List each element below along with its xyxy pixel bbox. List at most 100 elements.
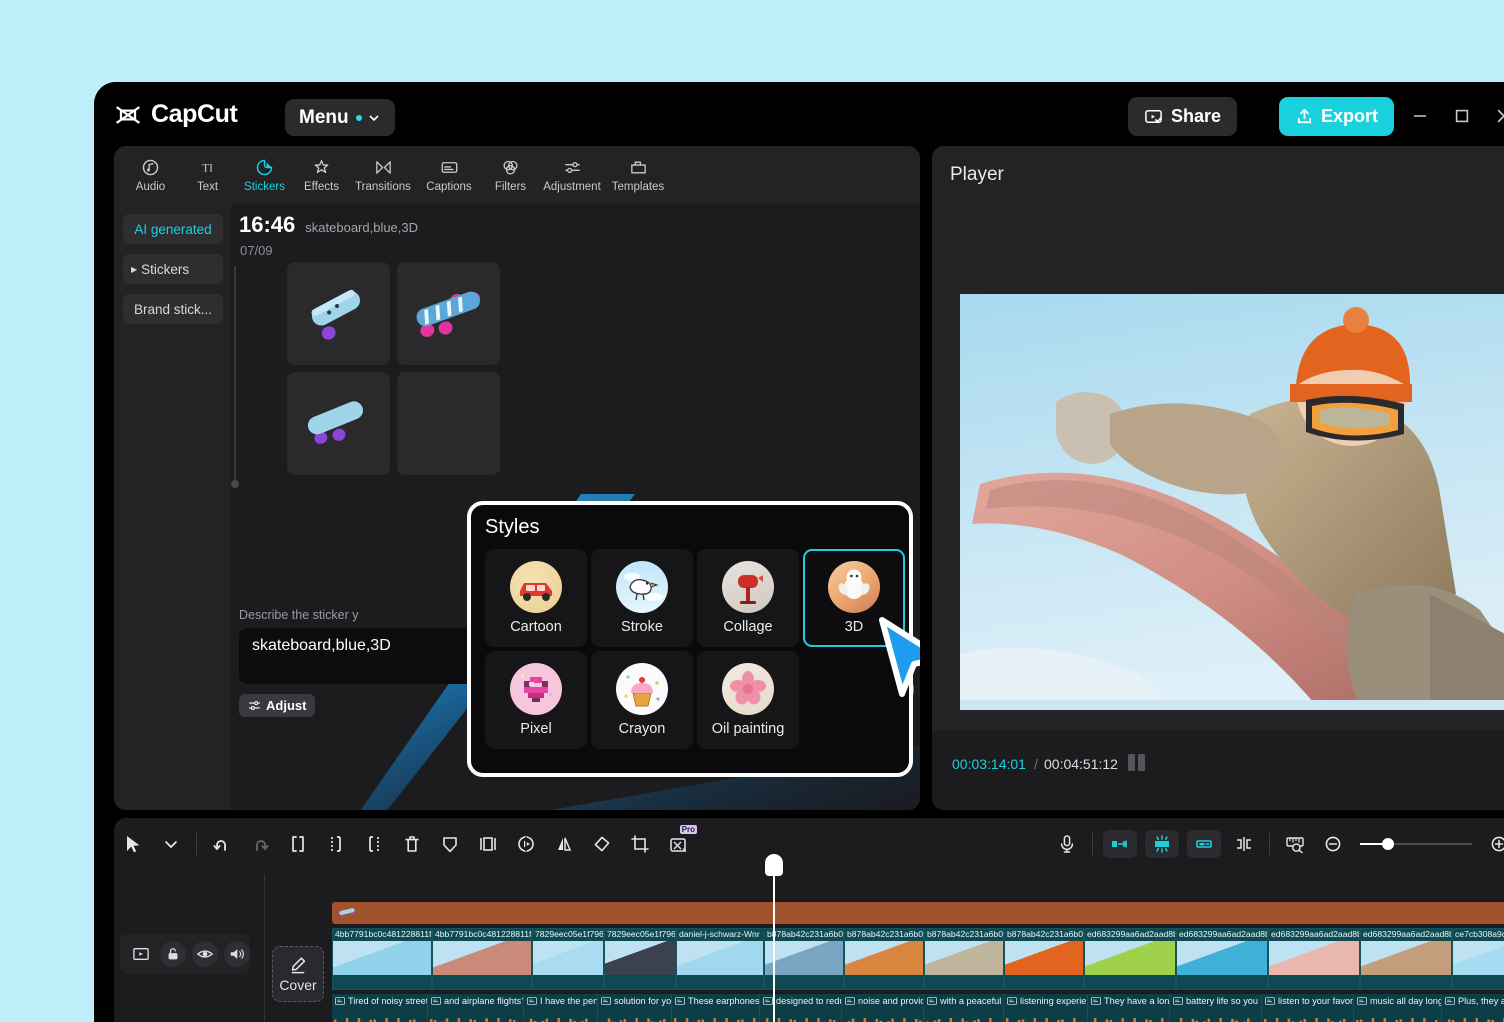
category-brand-stickers[interactable]: Brand stick... [123,294,223,324]
style-option-stroke[interactable]: Stroke [591,549,693,647]
tab-templates[interactable]: Templates [605,151,671,199]
video-clip[interactable]: b878ab42c231a6b0a8 [764,928,844,990]
tab-filters[interactable]: Filters [482,151,539,199]
share-button[interactable]: Share [1128,97,1237,136]
reverse-button[interactable] [507,825,545,863]
video-clip[interactable]: b878ab42c231a6b0a8 [844,928,924,990]
video-clip[interactable]: b878ab42c231a6b0a8 [924,928,1004,990]
zoom-slider-knob[interactable] [1382,838,1394,850]
split-marker-button[interactable] [1225,825,1263,863]
export-button[interactable]: Export [1279,97,1394,136]
caption-clip[interactable]: They have a long [1088,994,1170,1022]
sticker-result-thumbnail[interactable] [397,372,500,475]
rotate-button[interactable] [583,825,621,863]
minimize-icon [1411,107,1429,125]
tab-adjustment[interactable]: Adjustment [539,151,605,199]
trim-right-button[interactable] [355,825,393,863]
sticker-result-thumbnail[interactable] [397,262,500,365]
video-clip-thumbnail [845,941,923,975]
split-button[interactable] [279,825,317,863]
video-clip[interactable]: ed683299aa6ad2aad8b3 [1084,928,1176,990]
flip-button[interactable] [545,825,583,863]
aspect-ratio-icon[interactable] [1128,754,1145,771]
ruler-button[interactable] [1276,825,1314,863]
caption-clip[interactable]: with a peaceful [924,994,1004,1022]
style-option-crayon[interactable]: Crayon [591,651,693,749]
video-clip-thumbnail [765,941,843,975]
style-label: Crayon [619,721,666,737]
toolbar-divider [1092,833,1093,855]
video-clip[interactable]: b878ab42c231a6b0a8 [1004,928,1084,990]
style-option-cartoon[interactable]: Cartoon [485,549,587,647]
video-clip[interactable]: 4bb7791bc0c481228811f4e [332,928,432,990]
caption-clip[interactable]: listen to your favorit [1262,994,1354,1022]
mirror-frame-button[interactable] [469,825,507,863]
video-clip[interactable]: ce7cb308a9d9f514 [1452,928,1504,990]
trim-left-button[interactable] [317,825,355,863]
caption-clip[interactable]: noise and provide y [842,994,924,1022]
select-tool-button[interactable] [114,825,152,863]
caption-clip[interactable]: Plus, they are lig [1442,994,1504,1022]
style-option-oil-painting[interactable]: Oil painting [697,651,799,749]
video-clip[interactable]: ed683299aa6ad2aad8b3 [1360,928,1452,990]
video-clip[interactable]: daniel-j-schwarz-Wnr [676,928,764,990]
caption-text: Tired of noisy streets [348,996,428,1006]
player-preview[interactable] [960,294,1504,710]
video-clip[interactable]: 7829eec05e1f79648 [604,928,676,990]
hide-track-button[interactable] [192,941,218,967]
close-button[interactable] [1488,100,1504,132]
freeze-button[interactable] [431,825,469,863]
video-clip[interactable]: ed683299aa6ad2aad8b3 [1268,928,1360,990]
caption-clip[interactable]: I have the perfect [524,994,598,1022]
caption-clip[interactable]: These earphones ar [672,994,760,1022]
tab-transitions[interactable]: Transitions [350,151,416,199]
caption-clip[interactable]: and airplane flights? [428,994,524,1022]
caption-clip[interactable]: music all day long. [1354,994,1442,1022]
caption-clip[interactable]: solution for you. [598,994,672,1022]
video-clip[interactable]: 7829eec05e1f79648 [532,928,604,990]
category-stickers[interactable]: ▶ Stickers [123,254,223,284]
caption-clip-label: listen to your favorit [1265,996,1354,1006]
minimize-button[interactable] [1404,100,1436,132]
sticker-clip[interactable] [332,902,1504,924]
redo-button[interactable] [241,825,279,863]
timeline-zoom-slider[interactable] [1360,837,1472,851]
adjust-button[interactable]: Adjust [239,694,315,717]
preview-toggle-button[interactable] [128,941,154,967]
style-option-3d[interactable]: 3D [803,549,905,647]
playhead-handle[interactable] [765,854,783,876]
menu-button[interactable]: Menu [285,99,395,136]
retouch-button[interactable]: Pro [659,825,697,863]
caption-clip[interactable]: Tired of noisy streets [332,994,428,1022]
category-ai-generated[interactable]: AI generated [123,214,223,244]
record-voiceover-button[interactable] [1048,825,1086,863]
tab-effects[interactable]: Effects [293,151,350,199]
sticker-result-thumbnail[interactable] [287,262,390,365]
undo-button[interactable] [203,825,241,863]
delete-button[interactable] [393,825,431,863]
keyframe-out-button[interactable] [1187,830,1221,858]
zoom-out-button[interactable] [1314,825,1352,863]
crop-button[interactable] [621,825,659,863]
style-option-pixel[interactable]: Pixel [485,651,587,749]
tab-text[interactable]: TI Text [179,151,236,199]
maximize-button[interactable] [1446,100,1478,132]
mute-track-button[interactable] [224,941,250,967]
caption-clip-label: music all day long. [1357,996,1442,1006]
cover-button[interactable]: Cover [272,946,324,1002]
tab-captions[interactable]: Captions [416,151,482,199]
keyframe-in-button[interactable] [1103,830,1137,858]
sticker-result-thumbnail[interactable] [287,372,390,475]
style-option-collage[interactable]: Collage [697,549,799,647]
auto-cut-button[interactable] [1145,830,1179,858]
caption-clip[interactable]: listening experienc [1004,994,1088,1022]
tab-audio[interactable]: Audio [122,151,179,199]
tab-stickers[interactable]: Stickers [236,151,293,199]
playhead[interactable] [773,868,775,1022]
video-clip[interactable]: 4bb7791bc0c481228811f4e [432,928,532,990]
tool-dropdown-button[interactable] [152,825,190,863]
lock-track-button[interactable] [160,941,186,967]
video-clip[interactable]: ed683299aa6ad2aad8b3 [1176,928,1268,990]
caption-clip[interactable]: battery life so you ca [1170,994,1262,1022]
zoom-in-button[interactable] [1480,825,1504,863]
